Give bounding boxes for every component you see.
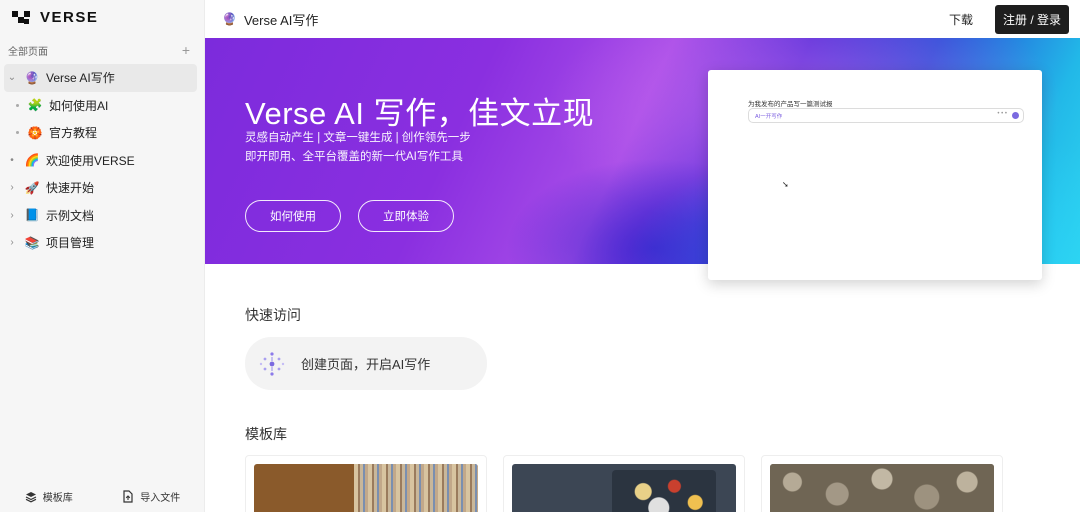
sidebar-item-how-to-use-ai[interactable]: 🧩 如何使用AI xyxy=(0,92,205,120)
top-bar: 🔮 Verse AI写作 下载 注册 / 登录 xyxy=(205,0,1080,38)
download-link[interactable]: 下载 xyxy=(949,11,973,28)
bullet-icon xyxy=(16,103,19,107)
sparkle-dots-icon xyxy=(259,351,285,376)
preview-input-text: AI一开写作 xyxy=(755,113,783,120)
chevron-down-icon[interactable]: ⌄ xyxy=(6,72,18,83)
logo[interactable]: VERSE xyxy=(12,9,98,26)
template-card[interactable] xyxy=(761,455,1003,512)
preview-title: 为我发布的产品写一篇测试报 xyxy=(748,101,833,108)
page-tree: ⌄ 🔮 Verse AI写作 🧩 如何使用AI 🏵️ 官方教程 • 🌈 欢迎使用… xyxy=(0,64,205,257)
create-page-label: 创建页面，开启AI写作 xyxy=(301,357,431,372)
preview-dots: • • • xyxy=(997,111,1007,117)
rocket-icon: 🚀 xyxy=(24,180,40,195)
verse-logo-icon xyxy=(12,10,32,25)
page-title: 🔮 Verse AI写作 xyxy=(222,10,318,29)
templates-label: 模板库 xyxy=(42,493,73,504)
templates-title: 模板库 xyxy=(245,426,287,442)
template-card[interactable] xyxy=(503,455,745,512)
book-icon: 📘 xyxy=(24,208,40,223)
sidebar-footer: 模板库 导入文件 xyxy=(0,489,205,504)
chevron-right-icon[interactable]: › xyxy=(6,182,18,193)
all-pages-header: 全部页面 + xyxy=(8,42,190,58)
sidebar-item-quick-start[interactable]: › 🚀 快速开始 xyxy=(0,174,205,202)
mouse-cursor-icon: ➘ xyxy=(782,180,789,189)
templates-button[interactable]: 模板库 xyxy=(25,489,73,504)
template-thumbnail-food xyxy=(512,464,736,512)
template-card[interactable] xyxy=(245,455,487,512)
sidebar-item-label: 示例文档 xyxy=(46,208,95,223)
sidebar-item-welcome[interactable]: • 🌈 欢迎使用VERSE xyxy=(0,147,205,175)
crystal-ball-icon: 🔮 xyxy=(24,70,40,85)
layers-icon xyxy=(25,491,37,502)
preview-ai-input: AI一开写作 • • • xyxy=(748,108,1024,123)
sidebar-item-verse-ai-writing[interactable]: ⌄ 🔮 Verse AI写作 xyxy=(4,64,197,92)
sidebar-item-label: 欢迎使用VERSE xyxy=(46,153,135,168)
top-bar-actions: 下载 注册 / 登录 xyxy=(949,4,1069,34)
sidebar-item-label: 官方教程 xyxy=(49,126,98,141)
all-pages-label: 全部页面 xyxy=(8,46,48,58)
sidebar-item-label: Verse AI写作 xyxy=(46,71,115,86)
sidebar-item-label: 项目管理 xyxy=(46,236,95,251)
bullet-icon: • xyxy=(10,154,14,166)
logo-text: VERSE xyxy=(40,9,99,26)
sidebar-item-label: 快速开始 xyxy=(46,181,95,196)
sidebar-item-official-tutorial[interactable]: 🏵️ 官方教程 xyxy=(0,119,205,147)
books-icon: 📚 xyxy=(24,235,40,250)
puzzle-icon: 🧩 xyxy=(27,98,43,113)
editor-preview-card: 为我发布的产品写一篇测试报 AI一开写作 • • • ➘ xyxy=(708,70,1042,280)
template-thumbnail-coins xyxy=(770,464,994,512)
login-button[interactable]: 注册 / 登录 xyxy=(994,4,1069,34)
hero-subtitle-1: 灵感自动产生 | 文章一键生成 | 创作领先一步 xyxy=(245,132,471,144)
page-title-text: Verse AI写作 xyxy=(243,12,319,28)
plus-icon[interactable]: + xyxy=(182,42,190,58)
sidebar: VERSE 全部页面 + ⌄ 🔮 Verse AI写作 🧩 如何使用AI 🏵️ … xyxy=(0,0,205,512)
template-thumbnail-pencils xyxy=(254,464,478,512)
rosette-icon: 🏵️ xyxy=(27,125,43,140)
hero-subtitle-2: 即开即用、全平台覆盖的新一代AI写作工具 xyxy=(245,151,463,163)
bullet-icon xyxy=(16,131,19,135)
rainbow-icon: 🌈 xyxy=(24,153,40,168)
sidebar-item-label: 如何使用AI xyxy=(49,98,109,113)
import-file-button[interactable]: 导入文件 xyxy=(122,489,180,504)
try-now-button[interactable]: 立即体验 xyxy=(358,200,454,232)
chevron-right-icon[interactable]: › xyxy=(6,237,18,248)
import-file-label: 导入文件 xyxy=(140,493,181,504)
create-page-ai-writing-button[interactable]: 创建页面，开启AI写作 xyxy=(245,337,487,390)
hero-title: Verse AI 写作，佳文立现 xyxy=(245,96,595,131)
file-import-icon xyxy=(123,490,133,503)
how-to-use-button[interactable]: 如何使用 xyxy=(245,200,341,232)
crystal-ball-icon: 🔮 xyxy=(222,12,237,26)
chevron-right-icon[interactable]: › xyxy=(6,210,18,221)
send-icon xyxy=(1012,112,1019,119)
sidebar-item-project-management[interactable]: › 📚 项目管理 xyxy=(0,229,205,257)
sidebar-item-sample-docs[interactable]: › 📘 示例文档 xyxy=(0,202,205,230)
quick-access-title: 快速访问 xyxy=(245,307,301,323)
